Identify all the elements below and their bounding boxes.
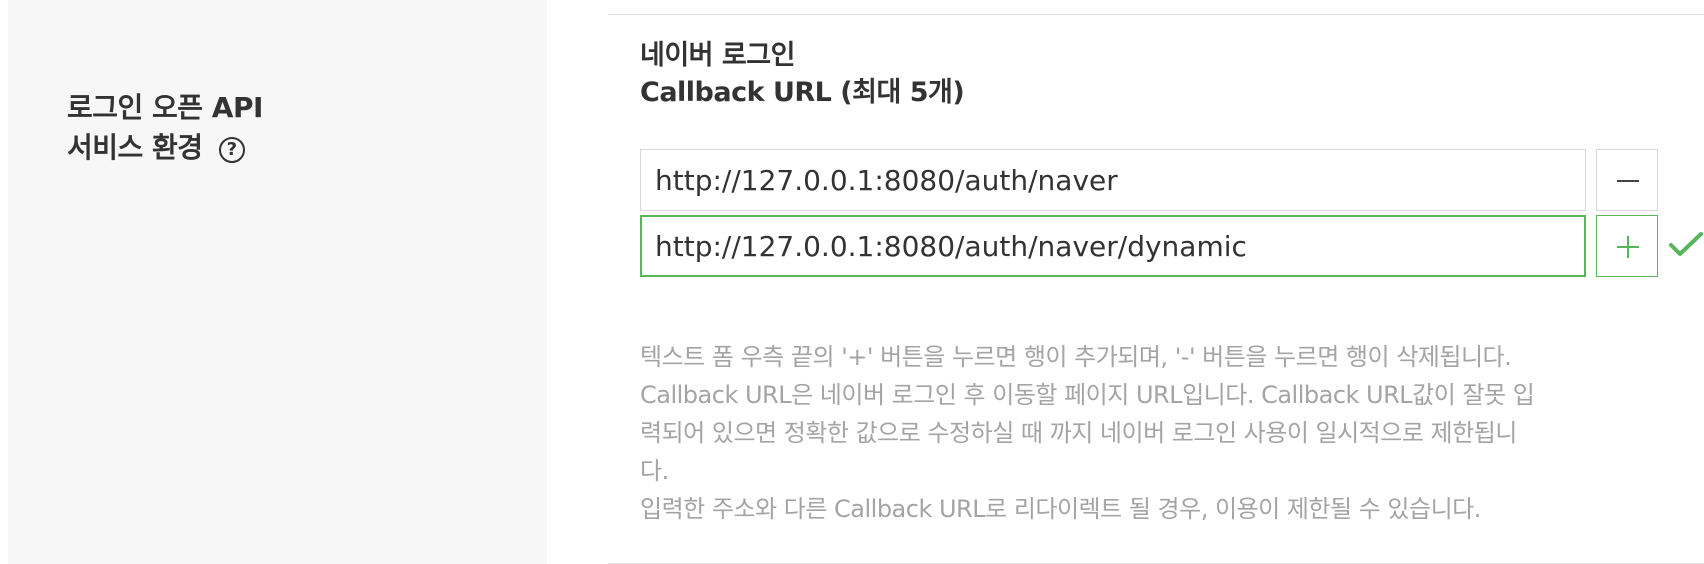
section-label-line1: 로그인 오픈 API	[67, 91, 263, 124]
minus-icon	[1617, 180, 1639, 182]
section-label: 로그인 오픈 API 서비스 환경?	[67, 88, 263, 168]
valid-check-icon	[1669, 232, 1703, 256]
plus-icon-vertical	[1627, 236, 1629, 258]
help-icon[interactable]: ?	[218, 137, 245, 163]
callback-title-line2: Callback URL (최대 5개)	[640, 77, 965, 108]
callback-url-input-2[interactable]	[640, 215, 1586, 277]
callback-url-title: 네이버 로그인 Callback URL (최대 5개)	[640, 37, 965, 111]
callback-url-input-1[interactable]	[640, 149, 1586, 211]
label-column: 로그인 오픈 API 서비스 환경?	[8, 0, 547, 564]
section-label-line2: 서비스 환경?	[67, 128, 263, 168]
help-line-4: 다.	[640, 457, 669, 485]
help-line-5: 입력한 주소와 다른 Callback URL로 리다이렉트 될 경우, 이용이…	[640, 495, 1481, 523]
page: 로그인 오픈 API 서비스 환경? 네이버 로그인 Callback URL …	[0, 0, 1704, 564]
help-line-1: 텍스트 폼 우측 끝의 '+' 버튼을 누르면 행이 추가되며, '-' 버튼을…	[640, 343, 1512, 371]
top-divider	[608, 14, 1704, 15]
content-column: 네이버 로그인 Callback URL (최대 5개) 텍스트 폼 우측 끝의	[547, 0, 1704, 564]
help-line-3: 력되어 있으면 정확한 값으로 수정하실 때 까지 네이버 로그인 사용이 일시…	[640, 419, 1517, 447]
help-line-2: Callback URL은 네이버 로그인 후 이동할 페이지 URL입니다. …	[640, 381, 1535, 409]
left-edge	[0, 0, 8, 564]
callback-help-text: 텍스트 폼 우측 끝의 '+' 버튼을 누르면 행이 추가되며, '-' 버튼을…	[640, 338, 1650, 528]
section-label-line2-text: 서비스 환경	[67, 131, 203, 164]
remove-row-button[interactable]	[1596, 149, 1658, 211]
add-row-button[interactable]	[1596, 215, 1658, 277]
callback-title-line1: 네이버 로그인	[640, 40, 795, 71]
